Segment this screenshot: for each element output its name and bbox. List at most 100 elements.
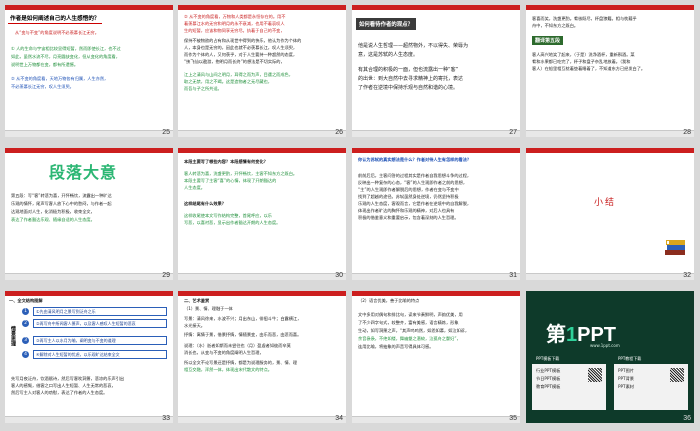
slide-footer-bar [5, 130, 173, 137]
logo-number: 1 [566, 324, 578, 346]
slide-text: 人，本身也是无穷的，因此也就不必羡慕长江，叹人生须臾， [184, 45, 298, 50]
slide-number: 34 [335, 415, 343, 422]
slide-text: 意，这是苏轼的人生态度。 [358, 52, 419, 58]
slide-number: 28 [683, 129, 691, 136]
slide-thumbnail-30[interactable]: 本段主要写了哪些内容？本段感情有何变化？ 客人转悲为喜，洗盏更酌，开怀畅饮，主客… [178, 148, 346, 280]
slide-text: 余音袅袅，不绝如缕，舞幽壑之潜蛟，泣孤舟之嫠妇”， [358, 336, 461, 341]
slide-text: 写悲，以喜衬悲，显示出作者豁达开朗的人生态度。 [184, 220, 281, 225]
slide-thumbnail-32[interactable]: 小结 32 [526, 148, 694, 280]
diagram-side-label: 情景思理 [10, 326, 16, 346]
step-marker-2: 2 [22, 320, 29, 327]
panel-link[interactable]: 教育PPT模板 [536, 384, 586, 390]
slide-title: 段落大意 [49, 163, 118, 182]
slide-text: 表达了作者豁达乐观、随缘自适的人生态度。 [11, 217, 95, 222]
link-panel-left: 行业PPT模板 节日PPT模板 教育PPT模板 [532, 364, 606, 410]
panel-link[interactable]: 行业PPT模板 [536, 368, 586, 374]
slide-text: 体现出作者旷达的胸怀和乐观的精神，对后人也具有 [358, 208, 455, 213]
slide-thumbnail-34[interactable]: 二、艺术鉴赏 （1）景、情、理融于一体 写景：清风徐来，水波不兴；月出东山，徘徊… [178, 291, 346, 423]
slide-text: 达观地面对人生，化消极为积极，收束全文， [11, 209, 95, 214]
slide-thumbnail-31[interactable]: 你认为苏轼的真实想法是什么？作者对待人生有怎样的看法？ 前前后后，主客问答的过程… [352, 148, 520, 280]
slide-header: 一、全文结构图解 [9, 298, 43, 303]
slide-footer-bar [5, 273, 173, 280]
slide-text: 客人的感慨，借客之口写出人生短暂、人生无常的悲哀， [11, 383, 116, 388]
slide-text: 相互交融，浑然一体，体现出宋代散文的特点。 [184, 367, 272, 372]
slide-text: 文中多用对偶句和排比句，读来节奏鲜明，声韵优美，用 [358, 312, 463, 317]
link-panel-right: PPT图片 PPT背景 PPT素材 [614, 364, 688, 410]
slide-footer-bar [5, 416, 173, 423]
panel-link[interactable]: 节日PPT模板 [536, 376, 586, 382]
slide-text: 而吾与子之所共适。 [184, 86, 222, 91]
slide-text: 江上之清风与山间之明月，耳得之而为声，目遇之而成色， [184, 72, 293, 77]
slide-text: 这样收尾使本文写作结构完整，首尾呼应，以乐 [184, 213, 272, 218]
slide-thumbnail-33[interactable]: 一、全文结构图解 情景思理 1 ①先由清风明月之景写到泛舟之乐 2 ②再写舟中所… [5, 291, 173, 423]
slide-thumbnail-26[interactable]: ② 从不变的角度看，万物和人类都是永恒存在的。用不 着羡慕江水的无穷和明月的永不… [178, 5, 346, 137]
slide-text: 乐观的情怀，尾声写客人放下心中的愁闷，与作者一起 [11, 201, 112, 206]
slide-text: 肴和水果都已吃完了，杯子和盘子杂乱地放着。（我和 [532, 59, 631, 64]
qr-code [670, 368, 684, 382]
slide-text: 说理：（水）逝者如斯而未尝往也（月）盈虚者如彼而卒莫 [184, 343, 291, 348]
slide-text: 了作者在逆境中保持乐观与自然和谐的心境。 [358, 85, 459, 91]
panel-link[interactable]: PPT素材 [618, 384, 668, 390]
diagram-box: ②再写舟中所闻客人箫声，以及客人感叹人生短暂的悲哀 [33, 319, 167, 328]
slide-thumbnail-28[interactable]: 客喜而笑，洗盏更酌。肴核既尽，杯盘狼籍。相与枕藉乎 舟中，不知东方之既白。 翻译… [526, 5, 694, 137]
slide-text: 写景：清风徐来，水波不兴；月出东山，徘徊斗牛；白露横江， [184, 316, 302, 321]
slide-text: 本段主要写了主客“喜”的心情，体现了开朗豁达的 [184, 178, 277, 183]
slide-number: 32 [683, 272, 691, 279]
slide-text: 找到了超越的途径。苏轼虽然身处逆境，仍然坚持积极 [358, 194, 459, 199]
slide-number: 36 [683, 415, 691, 422]
slide-thumbnail-25[interactable]: 作者是如何阐述自己的人生感悟的？ 从“变与不变”的角度说明不必羡慕长江无穷。 ①… [5, 5, 173, 137]
panel-link[interactable]: PPT背景 [618, 376, 668, 382]
panel-title-left: PPT模板下载 [536, 356, 560, 361]
slide-footer-bar [178, 416, 346, 423]
logo-prefix: 第 [546, 324, 566, 346]
slide-thumbnail-29[interactable]: 段落大意 第五段：写“客”转悲为喜，开怀畅饮，流露出一种旷达 乐观的情怀，尾声写… [5, 148, 173, 280]
slide-text: 取之无禁，用之不竭。这是造物者之无尽藏也， [184, 79, 272, 84]
panel-link[interactable]: PPT图片 [618, 368, 668, 374]
slide-text: 从“变与不变”的角度说明不必羡慕长江无穷。 [15, 30, 99, 35]
slide-text: 第五段：写“客”转悲为喜，开怀畅饮，流露出一种旷达 [11, 193, 112, 198]
slide-number: 31 [509, 272, 517, 279]
slide-title: 如何看待作者的观点？ [356, 18, 416, 30]
slide-number: 35 [509, 415, 517, 422]
slide-number: 30 [335, 272, 343, 279]
slide-number: 29 [162, 272, 170, 279]
slide-text: 有其合理的积极的一面，但也流露出一种“客” [358, 67, 459, 73]
slide-text: 消长也，从变与不变的角度阐明人生哲理， [184, 350, 264, 355]
slide-text: 所以全文不论写景还是抒情，都是为说理服务的，景、情、理 [184, 360, 298, 365]
slide-text: 积极的借鉴意义和重要启示，包含着深刻的人生哲理。 [358, 215, 459, 220]
slide-text: 然后写主人对客人的劝慰，表达了作者的人生态度。 [11, 390, 108, 395]
slide-sorter-grid: 作者是如何阐述自己的人生感悟的？ 从“变与不变”的角度说明不必羡慕长江无穷。 ①… [0, 0, 700, 431]
slide-number: 25 [162, 129, 170, 136]
slide-text: 着羡慕江水的无穷和明月的永不衰减，也用不着哀叹人 [184, 21, 285, 26]
slide-text: 反映出一种复杂的心态，“客”的人生观即作者之前的思想， [358, 180, 468, 185]
slide-text: 生动，如写洞箫之声，“其声呜呜然，如怨如慕，如泣如诉， [358, 328, 470, 333]
slide-question: 这样结尾有什么效果？ [184, 201, 226, 206]
slide-text: 乐观的人生态度，客观而言，它是作者在逆境中的自我解脱， [358, 201, 472, 206]
slide-text: 客喜而笑，洗盏更酌。肴核既尽，杯盘狼籍。相与枕藉乎 [532, 16, 637, 21]
slide-footer-bar [526, 130, 694, 137]
logo-url: www.1ppt.com [590, 343, 620, 348]
slide-text: 连用比喻，将抽象的声音写得具体可感。 [358, 344, 434, 349]
slide-footer-bar [178, 130, 346, 137]
slide-text: 抒情：寓情于景，借景抒情，情随景变，由乐而悲，由悲而喜。 [184, 332, 302, 337]
slide-text: 说明世上万物都在变，都有所遗憾。 [11, 62, 79, 67]
slide-text: 客人转悲为喜，洗盏更酌，开怀畅饮，主客不知东方之既白。 [184, 171, 298, 176]
slide-text: 保持不被物欲的占有和从现世中得到的快乐，他认为作为个体的 [184, 38, 302, 43]
slide-text: 了不少四字句式，较整齐，富有美感，语言精炼，形象 [358, 320, 459, 325]
step-marker-4: 4 [22, 351, 29, 358]
slide-question: 本段主要写了哪些内容？本段感情有何变化？ [184, 159, 268, 164]
slide-text: 客人）在船里相互枕着垫着睡着了，不知道东方已经发白了。 [532, 66, 646, 71]
slide-thumbnail-35[interactable]: （2）语言优美，善于比喻的特点 文中多用对偶句和排比句，读来节奏鲜明，声韵优美，… [352, 291, 520, 423]
slide-thumbnail-36[interactable]: 第1PPT www.1ppt.com PPT模板下载 PPT教程下载 行业PPT… [526, 291, 694, 423]
slide-number: 27 [509, 129, 517, 136]
slide-text: “挟飞仙以遨游，抱明月而长终”的想法是不切实际的， [184, 59, 285, 64]
slide-text: 客人高兴地笑了起来，（于是）洗净酒杯，重新斟酒。菜 [532, 52, 635, 57]
slide-header: （2）语言优美，善于比喻的特点 [358, 298, 420, 303]
diagram-box: ③再写主人以水月为喻，阐明变与不变的道理 [33, 336, 167, 345]
slide-text: 而作为个体的人，又何羡乎，对于人生要持一种超然的态度， [184, 52, 298, 57]
slide-footer-bar [352, 416, 520, 423]
slide-footer-bar [178, 273, 346, 280]
slide-title: 作者是如何阐述自己的人生感悟的？ [8, 13, 102, 24]
slide-thumbnail-27[interactable]: 如何看待作者的观点？ 他是说人生哲理——超然物外，不以得失、荣辱为 意，这是苏轼… [352, 5, 520, 137]
slide-text: 前前后后，主客问答的过程其实是作者自我思想斗争的过程， [358, 173, 472, 178]
